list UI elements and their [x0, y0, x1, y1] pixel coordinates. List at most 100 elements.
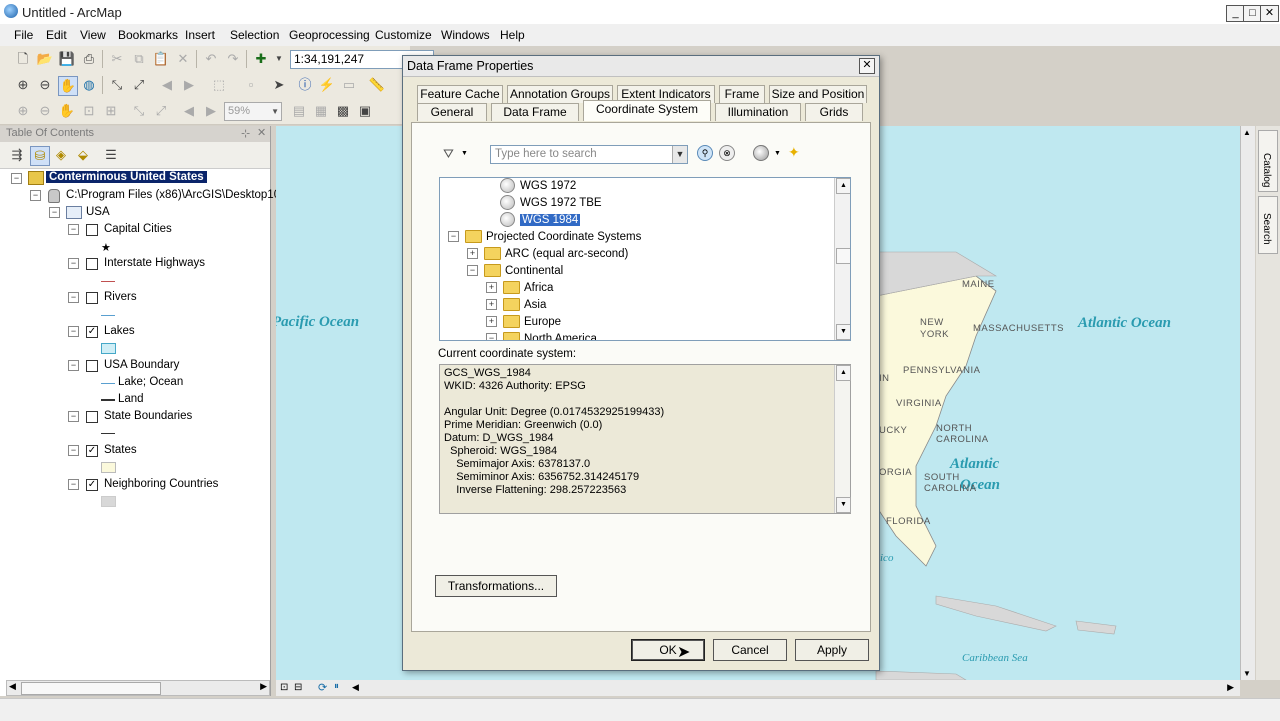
menu-bookmarks[interactable]: Bookmarks	[118, 28, 178, 42]
layer-checkbox[interactable]	[86, 292, 98, 304]
group-expander[interactable]: −	[49, 207, 60, 218]
layer-expander[interactable]: −	[68, 224, 79, 235]
add-coordinate-system-globe-icon[interactable]	[753, 145, 769, 161]
layer-checkbox[interactable]: ✓	[86, 479, 98, 491]
tree-vertical-scrollbar[interactable]: ▲ ▼	[834, 178, 850, 340]
scroll-right-icon[interactable]: ▶	[260, 681, 267, 692]
toggle-draft-icon[interactable]: ▤	[290, 102, 308, 120]
list-by-source-icon[interactable]: ⛁	[30, 146, 50, 166]
tree-item-wgs-1972-tbe[interactable]: WGS 1972 TBE	[500, 195, 602, 212]
measure-icon[interactable]: 📏	[368, 76, 386, 94]
search-input[interactable]: Type here to search ▼	[490, 145, 688, 164]
data-view-icon[interactable]: ⊡	[280, 682, 288, 693]
save-icon[interactable]: 💾	[58, 50, 76, 68]
layer-name-lakes[interactable]: Lakes	[104, 325, 135, 337]
pause-drawing-icon[interactable]: ⏸	[334, 681, 339, 692]
add-data-icon[interactable]: ✚	[252, 50, 270, 68]
scroll-down-icon[interactable]: ▼	[836, 497, 851, 513]
cut-icon[interactable]: ✂	[108, 50, 126, 68]
layer-expander[interactable]: −	[68, 360, 79, 371]
menu-help[interactable]: Help	[500, 28, 525, 42]
layer-checkbox[interactable]: ✓	[86, 445, 98, 457]
tab-size-and-position[interactable]: Size and Position	[769, 85, 867, 103]
layout-zoom-out-icon[interactable]: ⊖	[36, 102, 54, 120]
catalog-tab[interactable]: Catalog	[1258, 130, 1278, 192]
search-dropdown-icon[interactable]: ▼	[672, 146, 687, 163]
tree-item-europe[interactable]: + Europe	[486, 314, 561, 331]
layout-pan-icon[interactable]: ✋	[58, 102, 76, 120]
tab-general[interactable]: General	[417, 103, 487, 121]
layer-name-state-boundaries[interactable]: State Boundaries	[104, 410, 192, 422]
layer-checkbox[interactable]	[86, 258, 98, 270]
tab-coordinate-system[interactable]: Coordinate System	[583, 100, 711, 121]
coordinate-system-tree[interactable]: WGS 1972 WGS 1972 TBE WGS 1984 − Projecte…	[439, 177, 851, 341]
workspace-path[interactable]: C:\Program Files (x86)\ArcGIS\Desktop10	[66, 189, 280, 201]
layer-expander[interactable]: −	[68, 258, 79, 269]
zoom-out-icon[interactable]: ⊖	[36, 76, 54, 94]
apply-button[interactable]: Apply	[795, 639, 869, 661]
fixed-zoom-out-icon[interactable]: ⤢	[130, 76, 148, 94]
print-icon[interactable]: ⎙	[80, 50, 98, 68]
add-to-favorites-star-icon[interactable]: ✦	[788, 144, 800, 161]
tree-item-north-america[interactable]: − North America	[486, 331, 597, 340]
list-by-visibility-icon[interactable]: ◈	[52, 146, 70, 164]
layer-name-neighboring-countries[interactable]: Neighboring Countries	[104, 478, 218, 490]
open-folder-icon[interactable]: 📂	[36, 50, 54, 68]
pin-icon[interactable]: ⊹	[241, 127, 250, 140]
tree-expander[interactable]: +	[486, 316, 497, 328]
select-features-icon[interactable]: ⬚	[210, 76, 228, 94]
globe-dropdown-icon[interactable]: ▼	[774, 150, 781, 157]
menu-insert[interactable]: Insert	[185, 28, 215, 42]
tab-grids[interactable]: Grids	[805, 103, 863, 121]
layout-forward-icon[interactable]: ▶	[202, 102, 220, 120]
tab-frame[interactable]: Frame	[719, 85, 765, 103]
layer-name-usa-boundary[interactable]: USA Boundary	[104, 359, 179, 371]
filter-icon[interactable]: ⛛	[443, 146, 454, 162]
menu-file[interactable]: File	[14, 28, 33, 42]
forward-extent-icon[interactable]: ▶	[180, 76, 198, 94]
html-popup-icon[interactable]: ▭	[340, 76, 358, 94]
scroll-left-icon[interactable]: ◀	[9, 681, 16, 692]
toc-close-icon[interactable]: ✕	[257, 126, 266, 139]
layer-name-rivers[interactable]: Rivers	[104, 291, 137, 303]
layer-expander[interactable]: −	[68, 479, 79, 490]
dataframe-expander[interactable]: −	[11, 173, 22, 184]
layout-zoom-in-icon[interactable]: ⊕	[14, 102, 32, 120]
menu-geoprocessing[interactable]: Geoprocessing	[289, 28, 370, 42]
layer-expander[interactable]: −	[68, 411, 79, 422]
tree-item-wgs-1984[interactable]: WGS 1984	[500, 212, 581, 229]
delete-icon[interactable]: ✕	[174, 50, 192, 68]
undo-icon[interactable]: ↶	[202, 50, 220, 68]
tree-expander[interactable]: −	[486, 333, 497, 340]
dialog-close-button[interactable]: ✕	[859, 58, 875, 74]
full-extent-globe-icon[interactable]: ◍	[80, 76, 98, 94]
change-layout-icon[interactable]: ▩	[334, 102, 352, 120]
menu-edit[interactable]: Edit	[46, 28, 67, 42]
path-expander[interactable]: −	[30, 190, 41, 201]
toc-horizontal-scrollbar[interactable]: ◀ ▶	[6, 680, 270, 696]
layout-view-icon[interactable]: ⊟	[294, 682, 302, 693]
select-elements-arrow-icon[interactable]: ➤	[270, 76, 288, 94]
layout-fixed-in-icon[interactable]: ⤡	[130, 102, 148, 120]
transformations-button[interactable]: Transformations...	[435, 575, 557, 597]
tree-expander[interactable]: +	[467, 248, 478, 260]
tree-item-arc[interactable]: + ARC (equal arc-second)	[467, 246, 628, 263]
filter-dropdown-icon[interactable]: ▼	[461, 150, 468, 157]
scroll-right-icon[interactable]: ▶	[1227, 682, 1234, 693]
data-driven-pages-icon[interactable]: ▣	[356, 102, 374, 120]
scroll-down-icon[interactable]: ▼	[1243, 669, 1251, 678]
map-horizontal-scrollbar[interactable]: ⊡ ⊟ ⟳ ⏸ ◀ ▶	[276, 680, 1240, 696]
cancel-button[interactable]: Cancel	[713, 639, 787, 661]
tree-item-africa[interactable]: + Africa	[486, 280, 553, 297]
details-vertical-scrollbar[interactable]: ▲ ▼	[834, 365, 851, 513]
scroll-up-icon[interactable]: ▲	[1243, 128, 1251, 137]
layer-checkbox[interactable]: ✓	[86, 326, 98, 338]
layer-checkbox[interactable]	[86, 224, 98, 236]
search-tab[interactable]: Search	[1258, 196, 1278, 254]
layout-fixed-out-icon[interactable]: ⤢	[152, 102, 170, 120]
layer-expander[interactable]: −	[68, 326, 79, 337]
back-extent-icon[interactable]: ◀	[158, 76, 176, 94]
layer-checkbox[interactable]	[86, 360, 98, 372]
group-name[interactable]: USA	[86, 206, 110, 218]
redo-icon[interactable]: ↷	[224, 50, 242, 68]
